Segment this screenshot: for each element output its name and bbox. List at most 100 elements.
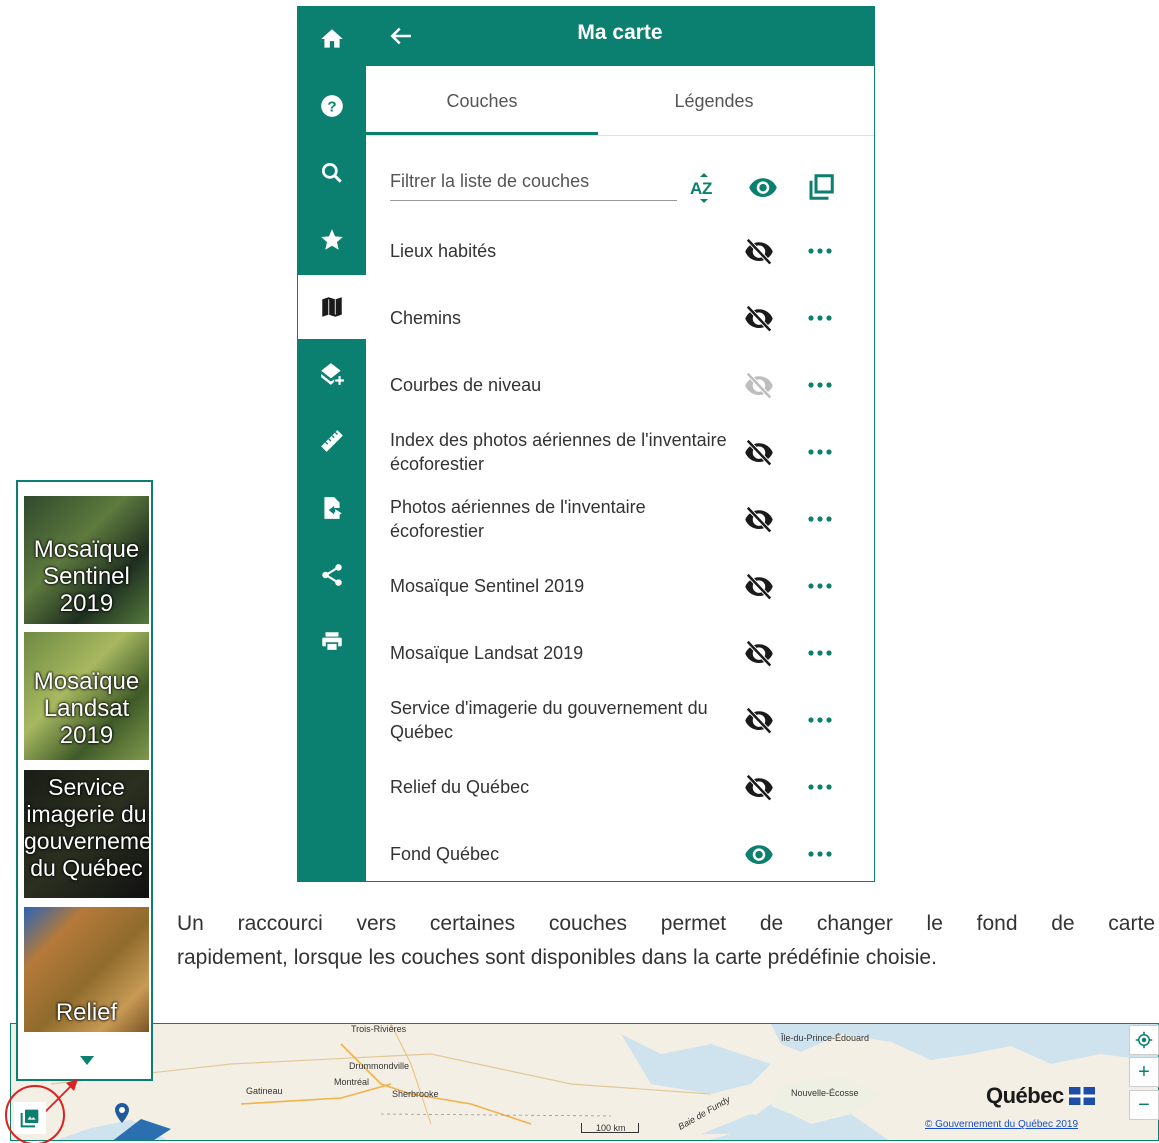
place-label: Gatineau bbox=[246, 1086, 283, 1096]
layer-name: Lieux habités bbox=[390, 240, 497, 261]
thumbnail-label: Mosaïque Sentinel 2019 bbox=[33, 536, 140, 617]
place-label: Nouvelle-Écosse bbox=[791, 1088, 859, 1098]
thumbnail-label: Relief bbox=[55, 999, 118, 1026]
star-icon bbox=[321, 229, 343, 250]
copy-layers-icon bbox=[809, 174, 834, 200]
more-options-button[interactable] bbox=[804, 306, 836, 330]
eye-off-disabled-icon[interactable] bbox=[744, 370, 774, 400]
quebec-flag-icon bbox=[1069, 1087, 1096, 1105]
search-button[interactable] bbox=[298, 141, 366, 205]
home-button[interactable] bbox=[298, 7, 366, 71]
place-label: Drummondville bbox=[349, 1061, 410, 1071]
help-icon: ? bbox=[321, 95, 343, 117]
active-tab-indicator bbox=[366, 132, 598, 135]
more-options-button[interactable] bbox=[804, 775, 836, 799]
layer-name: Service d'imagerie du gouvernement du Qu… bbox=[390, 697, 708, 742]
layer-name: Fond Québec bbox=[390, 843, 500, 864]
more-horiz-icon bbox=[808, 248, 832, 254]
eye-off-icon[interactable] bbox=[744, 638, 774, 668]
locate-icon bbox=[1135, 1031, 1153, 1049]
sidebar: ? bbox=[298, 7, 366, 881]
more-options-button[interactable] bbox=[804, 574, 836, 598]
more-options-button[interactable] bbox=[804, 842, 836, 866]
home-icon bbox=[321, 29, 343, 48]
eye-off-icon[interactable] bbox=[744, 504, 774, 534]
layer-name: Chemins bbox=[390, 307, 462, 328]
thumbnail-label: Service imagerie du gouvernement du Québ… bbox=[24, 774, 149, 881]
basemap-thumbnail-relief[interactable]: Relief bbox=[24, 907, 149, 1032]
more-options-button[interactable] bbox=[804, 239, 836, 263]
my-map-panel: ? Ma carte Couches Légendes Filtrer la l… bbox=[297, 6, 875, 882]
more-options-button[interactable] bbox=[804, 373, 836, 397]
more-options-button[interactable] bbox=[804, 708, 836, 732]
caption: Un raccourci vers certaines couches perm… bbox=[177, 907, 1155, 975]
more-options-button[interactable] bbox=[804, 641, 836, 665]
zoom-out-button[interactable]: − bbox=[1129, 1090, 1159, 1120]
more-horiz-icon bbox=[808, 650, 832, 656]
basemap-thumbnail-imagery[interactable]: Service imagerie du gouvernement du Québ… bbox=[24, 770, 149, 898]
layer-item: Index des photos aériennes de l'inventai… bbox=[366, 418, 874, 485]
more-horiz-icon bbox=[808, 382, 832, 388]
zoom-in-button[interactable]: + bbox=[1129, 1057, 1159, 1087]
layer-item: Mosaïque Sentinel 2019 bbox=[366, 552, 874, 619]
more-horiz-icon bbox=[808, 315, 832, 321]
caption-line-1: Un raccourci vers certaines couches perm… bbox=[177, 912, 1155, 935]
eye-off-icon[interactable] bbox=[744, 571, 774, 601]
chevron-down-icon[interactable] bbox=[80, 1056, 94, 1065]
print-icon bbox=[322, 632, 342, 652]
layer-item: Lieux habités bbox=[366, 217, 874, 284]
export-button[interactable] bbox=[298, 476, 366, 540]
more-horiz-icon bbox=[808, 449, 832, 455]
collapse-all-button[interactable] bbox=[804, 170, 838, 204]
eye-off-icon[interactable] bbox=[744, 705, 774, 735]
layer-item: Relief du Québec bbox=[366, 753, 874, 820]
place-label: Île-du-Prince-Édouard bbox=[781, 1033, 870, 1043]
toggle-all-visibility-button[interactable] bbox=[746, 170, 780, 204]
eye-off-icon[interactable] bbox=[744, 772, 774, 802]
map-icon bbox=[322, 297, 342, 317]
eye-off-icon[interactable] bbox=[744, 303, 774, 333]
layer-item: Mosaïque Landsat 2019 bbox=[366, 619, 874, 686]
help-button[interactable]: ? bbox=[298, 74, 366, 138]
quebec-brand: Québec bbox=[986, 1083, 1096, 1109]
sort-az-button[interactable]: A Z bbox=[688, 170, 722, 204]
panel-header: Ma carte bbox=[366, 7, 874, 66]
eye-off-icon[interactable] bbox=[744, 236, 774, 266]
print-button[interactable] bbox=[298, 610, 366, 674]
panel-title: Ma carte bbox=[577, 21, 663, 44]
eye-off-icon[interactable] bbox=[744, 437, 774, 467]
svg-text:?: ? bbox=[327, 98, 336, 115]
layer-item: Photos aériennes de l'inventaire écofore… bbox=[366, 485, 874, 552]
layer-name: Photos aériennes de l'inventaire écofore… bbox=[390, 496, 646, 541]
place-label: Montréal bbox=[334, 1077, 370, 1087]
layer-name: Mosaïque Sentinel 2019 bbox=[390, 575, 585, 596]
svg-text:A: A bbox=[690, 179, 702, 198]
basemap-thumbnail-sentinel[interactable]: Mosaïque Sentinel 2019 bbox=[24, 496, 149, 624]
more-horiz-icon bbox=[808, 583, 832, 589]
add-layer-icon bbox=[321, 363, 344, 385]
more-options-button[interactable] bbox=[804, 507, 836, 531]
brand-text: Québec bbox=[986, 1083, 1064, 1108]
eye-icon[interactable] bbox=[744, 839, 774, 869]
layer-item: Fond Québec bbox=[366, 820, 874, 887]
caption-line-2: rapidement, lorsque les couches sont dis… bbox=[177, 946, 937, 969]
scale-bar: 100 km bbox=[581, 1123, 639, 1133]
my-map-button[interactable] bbox=[298, 275, 366, 339]
favorites-button[interactable] bbox=[298, 208, 366, 272]
add-layer-button[interactable] bbox=[298, 342, 366, 406]
tab-legends[interactable]: Légendes bbox=[598, 66, 830, 136]
attribution-link[interactable]: © Gouvernement du Québec 2019 bbox=[925, 1119, 1078, 1130]
measure-button[interactable] bbox=[298, 409, 366, 473]
geolocate-button[interactable] bbox=[1129, 1025, 1159, 1055]
share-button[interactable] bbox=[298, 543, 366, 607]
more-options-button[interactable] bbox=[804, 440, 836, 464]
layer-name: Mosaïque Landsat 2019 bbox=[390, 642, 584, 663]
tab-layers[interactable]: Couches bbox=[366, 66, 598, 136]
layer-item: Service d'imagerie du gouvernement du Qu… bbox=[366, 686, 874, 753]
layer-filter-input[interactable] bbox=[390, 163, 677, 201]
ruler-icon bbox=[321, 430, 343, 452]
location-pin-icon[interactable] bbox=[114, 1103, 130, 1123]
basemap-thumbnail-landsat[interactable]: Mosaïque Landsat 2019 bbox=[24, 632, 149, 760]
more-horiz-icon bbox=[808, 784, 832, 790]
tab-bar: Couches Légendes bbox=[366, 66, 874, 136]
